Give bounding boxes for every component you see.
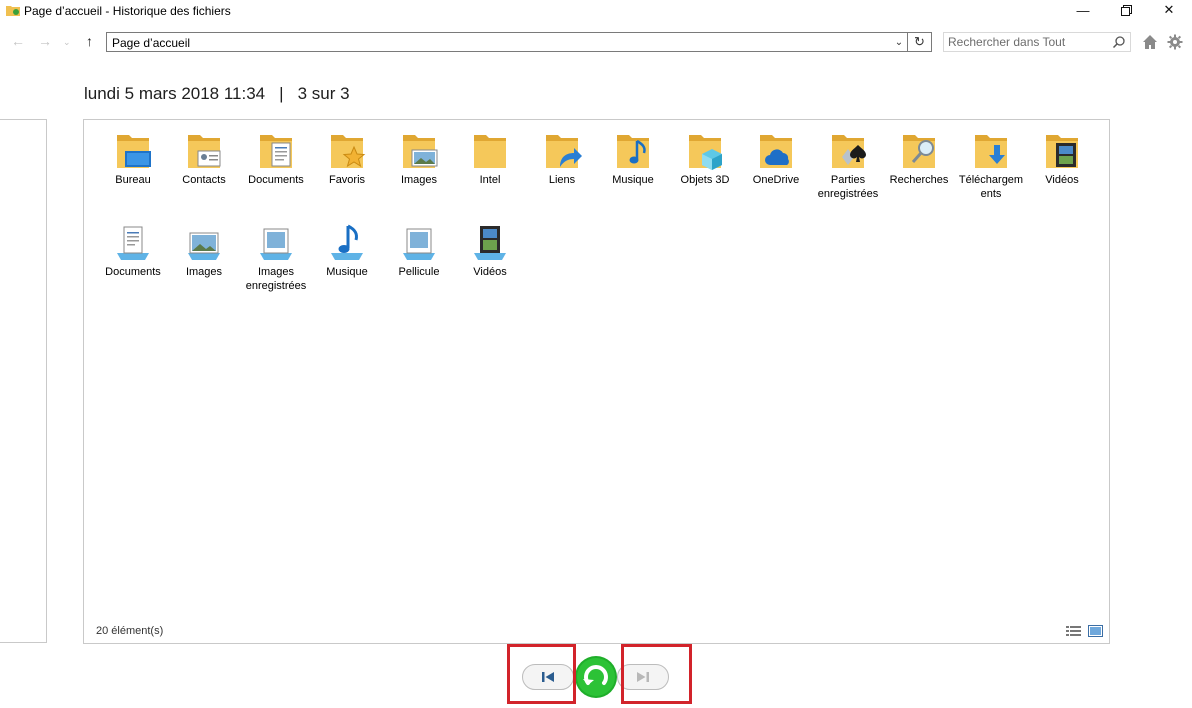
details-view-icon[interactable]: [1066, 625, 1081, 637]
folder-item[interactable]: Téléchargements: [958, 131, 1024, 201]
folder-label: Documents: [248, 174, 304, 186]
folder-item[interactable]: Parties enregistrées: [815, 131, 881, 201]
folder-label: Intel: [479, 174, 501, 186]
home-icon[interactable]: [1142, 34, 1158, 50]
close-button[interactable]: ✕: [1147, 0, 1191, 20]
forward-arrow-icon[interactable]: →: [38, 33, 52, 49]
gear-icon[interactable]: [1167, 34, 1183, 50]
refresh-icon: ↻: [914, 34, 925, 49]
back-arrow-icon[interactable]: ←: [11, 33, 25, 49]
minimize-icon: —: [1076, 2, 1090, 18]
library-label: Musique: [326, 266, 368, 278]
folder-item[interactable]: Images: [386, 131, 452, 187]
item-count: 20 élément(s): [96, 625, 164, 637]
folder-label: Contacts: [182, 174, 226, 186]
folder-documents-icon: [260, 135, 292, 168]
snapshot-date-line: lundi 5 mars 2018 11:34 | 3 sur 3: [84, 84, 350, 104]
folder-3d-objects-icon: [689, 135, 722, 170]
folder-label: Vidéos: [1045, 174, 1079, 186]
title-bar: Page d’accueil - Historique des fichiers…: [0, 0, 1192, 22]
folder-music-icon: [617, 135, 649, 168]
folder-item[interactable]: Documents: [243, 131, 309, 187]
folder-videos-icon: [1046, 135, 1078, 168]
folder-item[interactable]: Recherches: [886, 131, 952, 187]
folder-label: Favoris: [328, 174, 366, 186]
folder-label: Recherches: [889, 174, 949, 186]
folder-onedrive-icon: [760, 135, 792, 168]
refresh-button[interactable]: ↻: [908, 32, 932, 52]
library-label: Pellicule: [398, 266, 440, 278]
folder-label: Objets 3D: [680, 174, 730, 186]
folder-item[interactable]: OneDrive: [743, 131, 809, 187]
folder-item[interactable]: Vidéos: [1029, 131, 1095, 187]
folder-item[interactable]: Objets 3D: [672, 131, 738, 187]
maximize-button[interactable]: [1104, 0, 1148, 20]
highlight-box: [621, 644, 692, 704]
library-item[interactable]: Documents: [100, 223, 166, 279]
address-bar[interactable]: Page d’accueil ⌄: [106, 32, 908, 52]
folder-label: Musique: [612, 174, 654, 186]
snapshot-date: lundi 5 mars 2018 11:34: [84, 84, 266, 103]
library-item[interactable]: Musique: [314, 223, 380, 279]
library-label: Vidéos: [473, 266, 507, 278]
folder-item[interactable]: Contacts: [171, 131, 237, 187]
maximize-icon: [1120, 4, 1132, 16]
library-label: Images: [185, 266, 223, 278]
library-documents-icon: [117, 226, 149, 260]
folder-label: Liens: [548, 174, 576, 186]
app-icon: [6, 6, 20, 16]
folder-label: Images: [400, 174, 438, 186]
folder-links-icon: [546, 135, 582, 168]
library-camera-roll-icon: [403, 228, 435, 260]
library-item[interactable]: Pellicule: [386, 223, 452, 279]
library-music-icon: [331, 224, 363, 260]
folder-label: OneDrive: [752, 174, 800, 186]
snapshot-content-panel: Bureau Contacts Documents Favoris Images: [83, 119, 1110, 644]
address-dropdown-icon[interactable]: ⌄: [891, 33, 907, 51]
minimize-button[interactable]: —: [1061, 0, 1105, 20]
history-chevron-icon[interactable]: ⌄: [63, 37, 71, 48]
previous-snapshot-panel[interactable]: [0, 119, 47, 643]
library-label: Images enregistrées: [245, 266, 307, 292]
library-item[interactable]: Vidéos: [457, 223, 523, 279]
restore-button[interactable]: [574, 655, 618, 699]
library-saved-pictures-icon: [260, 228, 292, 260]
folder-label: Parties enregistrées: [817, 174, 879, 200]
folder-label: Téléchargements: [958, 174, 1024, 200]
up-arrow-icon[interactable]: ↑: [86, 33, 93, 49]
library-label: Documents: [105, 266, 161, 278]
window-title: Page d’accueil - Historique des fichiers: [24, 4, 231, 18]
snapshot-position: 3 sur 3: [297, 84, 350, 103]
search-box[interactable]: [943, 32, 1131, 52]
folder-images-icon: [403, 135, 438, 168]
folder-desktop-icon: [117, 135, 151, 168]
search-input[interactable]: [948, 35, 1108, 49]
folder-item[interactable]: Favoris: [314, 131, 380, 187]
search-icon[interactable]: [1112, 35, 1126, 49]
library-item[interactable]: Images enregistrées: [243, 223, 309, 293]
separator: |: [279, 84, 284, 103]
folder-saved-games-icon: [832, 135, 866, 168]
folder-item[interactable]: Intel: [457, 131, 523, 187]
folder-downloads-icon: [975, 135, 1007, 168]
highlight-box: [507, 644, 576, 704]
folder-item[interactable]: Bureau: [100, 131, 166, 187]
folder-searches-icon: [903, 135, 935, 168]
library-images-icon: [188, 232, 220, 260]
close-icon: ✕: [1163, 2, 1175, 17]
address-path: Page d’accueil: [112, 36, 191, 50]
folder-label: Bureau: [115, 174, 151, 186]
library-item[interactable]: Images: [171, 223, 237, 279]
library-videos-icon: [474, 226, 506, 260]
folder-item[interactable]: Musique: [600, 131, 666, 187]
folder-favorites-icon: [331, 135, 366, 168]
large-icons-view-icon[interactable]: [1088, 625, 1103, 637]
folder-contacts-icon: [188, 135, 221, 168]
folder-item[interactable]: Liens: [529, 131, 595, 187]
folder-icon: [474, 135, 506, 168]
